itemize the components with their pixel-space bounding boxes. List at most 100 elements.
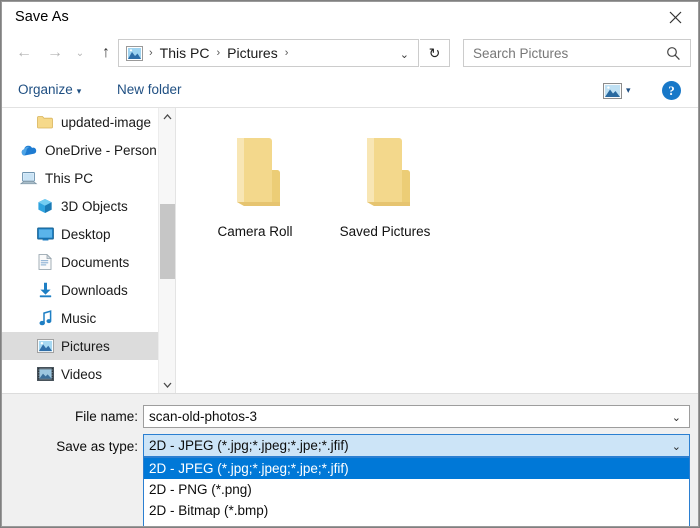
up-one-level-button[interactable]: ↑ [94, 41, 118, 65]
back-button[interactable]: ← [12, 41, 36, 65]
sidebar-item-desktop[interactable]: Desktop [2, 220, 158, 248]
breadcrumb-separator: › [143, 48, 159, 59]
save-options-panel: File name: scan-old-photos-3 ⌄ Save as t… [2, 393, 698, 527]
breadcrumb-separator: › [279, 48, 295, 59]
sidebar-item-label: Videos [61, 367, 102, 382]
browser-body: updated-image OneDrive - Person This PC 3D … [2, 108, 698, 393]
navigation-bar: ← → ⌄ ↑ › This PC › Pictures › ⌄ ↻ [2, 33, 698, 74]
file-list-item[interactable]: Camera Roll [194, 128, 316, 239]
dropdown-option-label: 2D - GIF (*.gif) [149, 524, 237, 527]
address-dropdown-icon[interactable]: ⌄ [400, 48, 409, 61]
sidebar-item-label: updated-image [61, 115, 151, 130]
view-dropdown-icon[interactable]: ▾ [626, 85, 631, 96]
desktop-icon [36, 225, 54, 243]
sidebar-item-label: Documents [61, 255, 129, 270]
videos-icon [36, 365, 54, 383]
scroll-down-button[interactable] [159, 376, 176, 393]
save-as-type-dropdown-list[interactable]: 2D - JPEG (*.jpg;*.jpeg;*.jpe;*.jfif) 2D … [143, 457, 690, 527]
scroll-up-button[interactable] [159, 108, 176, 125]
file-list-item-label: Camera Roll [217, 224, 292, 239]
search-box[interactable]: Search Pictures [463, 39, 691, 67]
close-icon [669, 11, 682, 24]
sidebar-item-label: This PC [45, 171, 93, 186]
up-arrow-icon: ↑ [102, 44, 110, 62]
view-layout-icon [603, 83, 622, 99]
save-as-type-value: 2D - JPEG (*.jpg;*.jpeg;*.jpe;*.jfif) [149, 438, 349, 453]
close-button[interactable] [652, 2, 698, 32]
sidebar-item-videos[interactable]: Videos [2, 360, 158, 388]
scrollbar-thumb[interactable] [160, 204, 175, 279]
chevron-down-icon [163, 382, 172, 388]
pictures-icon [36, 337, 54, 355]
help-button[interactable]: ? [662, 81, 681, 100]
sidebar-item-downloads[interactable]: Downloads [2, 276, 158, 304]
sidebar-item-label: Pictures [61, 339, 110, 354]
forward-button[interactable]: → [43, 41, 67, 65]
sidebar-item-this-pc[interactable]: This PC [2, 164, 158, 192]
navigation-sidebar: updated-image OneDrive - Person This PC 3D … [2, 108, 158, 393]
sidebar-scrollbar[interactable] [158, 108, 175, 393]
folder-icon [36, 113, 54, 131]
onedrive-cloud-icon [20, 141, 38, 159]
sidebar-item-label: Downloads [61, 283, 128, 298]
refresh-icon: ↻ [429, 45, 441, 62]
sidebar-item-label: Desktop [61, 227, 111, 242]
sidebar-item-3d-objects[interactable]: 3D Objects [2, 192, 158, 220]
file-list-view[interactable]: Camera Roll Saved Pictures [176, 108, 698, 393]
dropdown-option[interactable]: 2D - Bitmap (*.bmp) [144, 500, 689, 521]
file-list-item[interactable]: Saved Pictures [324, 128, 446, 239]
this-pc-icon [20, 169, 38, 187]
title-bar: Save As [2, 2, 698, 33]
sidebar-item-documents[interactable]: Documents [2, 248, 158, 276]
breadcrumb-separator: › [210, 48, 226, 59]
save-as-dialog: Save As ← → ⌄ ↑ › [1, 1, 699, 527]
chevron-down-icon: ▾ [77, 86, 82, 96]
sidebar-item-onedrive-person[interactable]: OneDrive - Person [2, 136, 158, 164]
music-icon [36, 309, 54, 327]
sidebar-item-label: Music [61, 311, 96, 326]
organize-label: Organize [18, 82, 73, 97]
file-name-input[interactable]: scan-old-photos-3 ⌄ [143, 405, 690, 428]
dropdown-option-label: 2D - JPEG (*.jpg;*.jpeg;*.jpe;*.jfif) [149, 461, 349, 476]
chevron-down-icon: ⌄ [76, 48, 84, 59]
dropdown-option[interactable]: 2D - JPEG (*.jpg;*.jpeg;*.jpe;*.jfif) [144, 458, 689, 479]
dropdown-option[interactable]: 2D - GIF (*.gif) [144, 521, 689, 527]
command-toolbar: Organize ▾ New folder ▾ ? [2, 74, 698, 108]
pictures-folder-icon [126, 46, 143, 61]
dropdown-option[interactable]: 2D - PNG (*.png) [144, 479, 689, 500]
address-bar[interactable]: › This PC › Pictures › ⌄ [118, 39, 419, 67]
change-view-button[interactable] [599, 80, 625, 102]
sidebar-item-music[interactable]: Music [2, 304, 158, 332]
sidebar-item-label: OneDrive - Person [45, 143, 157, 158]
forward-arrow-icon: → [47, 44, 63, 62]
breadcrumb-this-pc[interactable]: This PC [159, 45, 211, 61]
organize-button[interactable]: Organize ▾ [18, 82, 81, 97]
file-name-dropdown-icon[interactable]: ⌄ [672, 411, 681, 424]
file-name-value: scan-old-photos-3 [149, 409, 257, 424]
new-folder-button[interactable]: New folder [117, 82, 182, 97]
new-folder-label: New folder [117, 82, 182, 97]
breadcrumb-pictures[interactable]: Pictures [226, 45, 279, 61]
save-as-type-combobox[interactable]: 2D - JPEG (*.jpg;*.jpeg;*.jpe;*.jfif) ⌄ [143, 434, 690, 457]
documents-icon [36, 253, 54, 271]
recent-locations-button[interactable]: ⌄ [72, 41, 88, 65]
refresh-button[interactable]: ↻ [420, 39, 450, 67]
folder-icon [221, 128, 289, 217]
3d-objects-icon [36, 197, 54, 215]
downloads-icon [36, 281, 54, 299]
dropdown-option-label: 2D - Bitmap (*.bmp) [149, 503, 268, 518]
search-icon [666, 46, 681, 61]
sidebar-item-pictures[interactable]: Pictures [2, 332, 158, 360]
help-icon: ? [668, 83, 675, 99]
chevron-up-icon [163, 114, 172, 120]
page-title: Save As [15, 9, 69, 25]
back-arrow-icon: ← [16, 44, 32, 62]
sidebar-item-label: 3D Objects [61, 199, 128, 214]
file-list-item-label: Saved Pictures [340, 224, 431, 239]
dropdown-option-label: 2D - PNG (*.png) [149, 482, 252, 497]
save-as-type-dropdown-icon[interactable]: ⌄ [672, 440, 681, 453]
file-name-label: File name: [32, 409, 138, 424]
search-placeholder: Search Pictures [473, 46, 568, 61]
folder-icon [351, 128, 419, 217]
sidebar-item-updated-image[interactable]: updated-image [2, 108, 158, 136]
